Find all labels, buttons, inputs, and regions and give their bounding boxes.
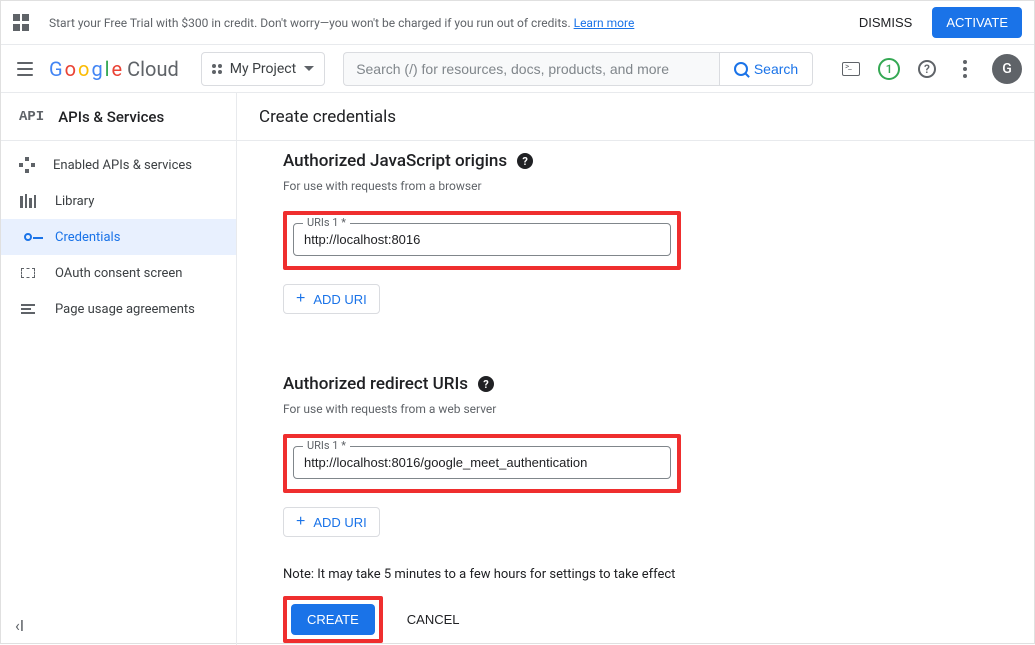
js-origins-subtitle: For use with requests from a browser	[283, 179, 988, 193]
page-usage-icon	[19, 300, 37, 318]
gift-icon	[13, 14, 31, 32]
cloud-shell-icon[interactable]	[840, 58, 862, 80]
caret-down-icon	[304, 66, 314, 71]
uri-field-label: URIs 1 *	[303, 216, 350, 229]
more-vert-icon[interactable]	[954, 58, 976, 80]
sidebar-item-enabled-apis[interactable]: Enabled APIs & services	[1, 147, 236, 183]
plus-icon: +	[296, 291, 305, 307]
sidebar-item-label: Library	[55, 194, 94, 209]
sidebar-item-page-usage[interactable]: Page usage agreements	[1, 291, 236, 327]
dismiss-button[interactable]: DISMISS	[849, 9, 922, 36]
collapse-sidebar-icon[interactable]: ‹I	[15, 616, 24, 635]
create-button[interactable]: CREATE	[291, 604, 375, 635]
library-icon	[19, 192, 37, 210]
oauth-consent-icon	[19, 264, 37, 282]
promo-text: Start your Free Trial with $300 in credi…	[49, 16, 849, 30]
sidebar-item-label: Enabled APIs & services	[53, 158, 192, 173]
redirect-uris-heading: Authorized redirect URIs	[283, 374, 468, 394]
learn-more-link[interactable]: Learn more	[574, 16, 635, 30]
search-icon	[734, 62, 748, 76]
plus-icon: +	[296, 514, 305, 530]
sidebar-item-label: OAuth consent screen	[55, 266, 182, 281]
help-tooltip-icon[interactable]: ?	[478, 376, 494, 392]
project-name: My Project	[230, 61, 296, 77]
highlight-box-create: CREATE	[283, 596, 383, 643]
sidebar-section-title: APIs & Services	[58, 108, 164, 126]
avatar[interactable]: G	[992, 54, 1022, 84]
project-dots-icon	[212, 64, 222, 74]
help-tooltip-icon[interactable]: ?	[517, 153, 533, 169]
search-input[interactable]	[343, 52, 719, 86]
sidebar-item-credentials[interactable]: Credentials	[1, 219, 236, 255]
google-cloud-logo[interactable]: Google Cloud	[49, 57, 179, 81]
notifications-badge[interactable]: 1	[878, 58, 900, 80]
sidebar-item-oauth-consent[interactable]: OAuth consent screen	[1, 255, 236, 291]
uri-field-label: URIs 1 *	[303, 439, 350, 452]
highlight-box-redirect-uri: URIs 1 *	[283, 434, 681, 493]
project-selector[interactable]: My Project	[201, 52, 325, 86]
key-icon	[19, 228, 37, 246]
api-icon: API	[19, 109, 44, 125]
page-title: Create credentials	[259, 107, 396, 127]
help-icon[interactable]: ?	[916, 58, 938, 80]
js-origins-heading: Authorized JavaScript origins	[283, 151, 507, 171]
settings-delay-note: Note: It may take 5 minutes to a few hou…	[283, 567, 988, 582]
redirect-uris-subtitle: For use with requests from a web server	[283, 402, 988, 416]
hamburger-menu-icon[interactable]	[13, 57, 37, 81]
activate-button[interactable]: ACTIVATE	[932, 7, 1022, 38]
sidebar-item-label: Page usage agreements	[55, 302, 195, 317]
enabled-apis-icon	[19, 157, 35, 173]
search-button[interactable]: Search	[719, 52, 813, 86]
cancel-button[interactable]: CANCEL	[407, 612, 460, 627]
add-redirect-uri-button[interactable]: + ADD URI	[283, 507, 380, 537]
highlight-box-js-origin: URIs 1 *	[283, 211, 681, 270]
sidebar-item-library[interactable]: Library	[1, 183, 236, 219]
add-js-origin-uri-button[interactable]: + ADD URI	[283, 284, 380, 314]
sidebar-item-label: Credentials	[55, 230, 120, 245]
